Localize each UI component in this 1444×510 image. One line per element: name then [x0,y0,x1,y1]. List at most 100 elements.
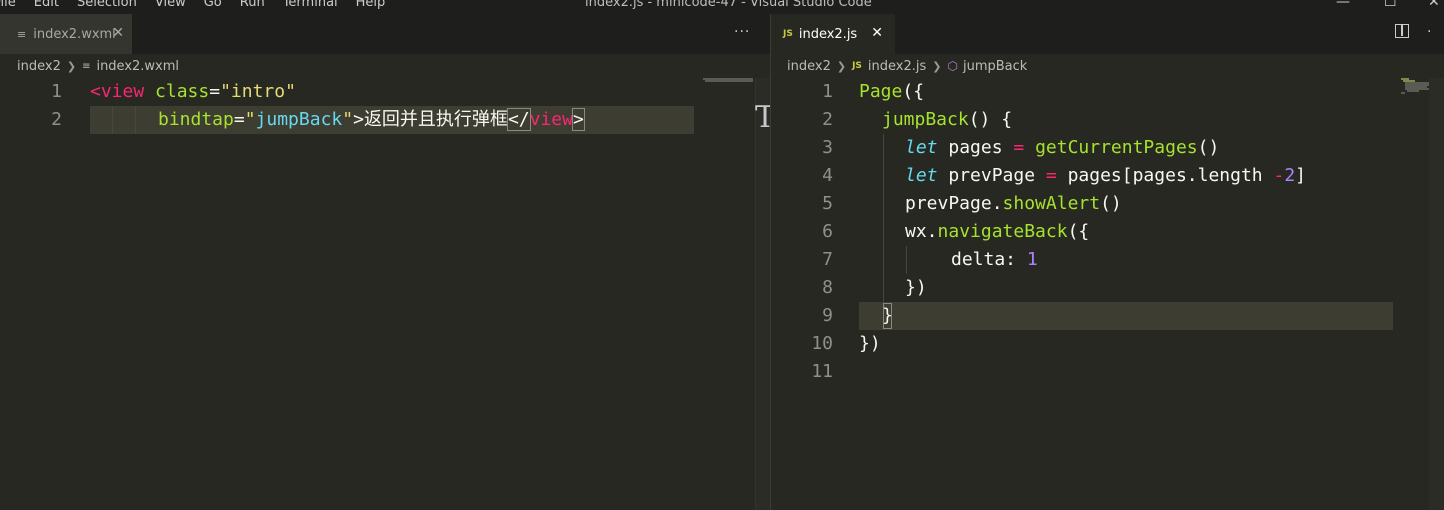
code-text[interactable]: let prevPage = pages[pages.length -2] [905,162,1306,190]
breadcrumb-folder[interactable]: index2 [17,59,61,74]
text-content: 返回并且执行弹框 [363,109,508,130]
tab-label: index2.wxml [33,26,116,42]
punctuation: } [882,305,893,326]
punctuation: ({ [902,81,925,102]
punctuation: () [1100,193,1122,214]
vertical-scrollbar[interactable] [755,78,770,510]
editor-group-divider[interactable] [770,14,771,510]
code-text[interactable]: bindtap="jumpBack">返回并且执行弹框</view> [158,106,585,134]
tag-bracket: > [353,109,364,130]
menu-help[interactable]: Help [356,0,386,10]
menu-view[interactable]: View [155,0,186,10]
code-line: 8 }) [771,274,1444,302]
quote: " [244,109,256,130]
code-text[interactable]: } [882,302,893,330]
left-tab-bar: ≡ index2.wxml ✕ ··· [0,14,770,54]
menu-edit[interactable]: Edit [34,0,59,10]
code-line: 6 wx.navigateBack({ [771,218,1444,246]
code-text[interactable]: }) [905,274,927,302]
chevron-right-icon: ❯ [932,59,942,73]
window-title: index2.js - minicode-47 - Visual Studio … [585,0,872,10]
split-editor-icon[interactable] [1395,24,1409,38]
code-line: 1 Page({ [771,78,1444,106]
code-line: 10 }) [771,330,1444,358]
line-number: 3 [822,137,833,158]
vertical-scrollbar[interactable] [1429,78,1444,510]
breadcrumb-file[interactable]: index2.js [868,59,926,74]
breadcrumb-file[interactable]: index2.wxml [96,59,179,74]
file-lines-icon: ≡ [17,27,27,41]
tag-bracket: </ [506,108,531,131]
punctuation: ] [1295,165,1307,186]
code-text[interactable]: delta: 1 [951,246,1038,274]
menu-terminal[interactable]: Terminal [283,0,338,10]
breadcrumb-folder[interactable]: index2 [787,59,831,74]
line-number: 9 [822,305,833,326]
code-text[interactable]: prevPage.showAlert() [905,190,1122,218]
function-name: getCurrentPages [1035,137,1198,158]
function-name: navigateBack [937,221,1068,242]
code-line: 1 <view class="intro" [0,78,770,106]
menu-selection[interactable]: Selection [77,0,137,10]
code-line: 4 let prevPage = pages[pages.length -2] [771,162,1444,190]
code-text[interactable]: let pages = getCurrentPages() [905,134,1219,162]
tab-label: index2.js [798,26,858,42]
tab-index2-wxml[interactable]: ≡ index2.wxml ✕ [0,14,132,54]
tab-index2-js[interactable]: JS index2.js ✕ [771,14,895,54]
tab-close-icon[interactable]: ✕ [871,25,883,41]
line-number: 1 [822,81,833,102]
operator: = [1045,165,1057,186]
menu-bar: File Edit Selection View Go Run Terminal… [0,0,403,10]
close-icon[interactable]: ✕ [1428,0,1440,10]
more-actions-icon[interactable]: ··· [734,24,750,40]
attr-name: class [155,81,210,102]
function-name: jumpBack [882,109,969,130]
menu-run[interactable]: Run [240,0,265,10]
code-text[interactable]: Page({ [859,78,924,106]
punctuation: }) [905,277,927,298]
punctuation: ({ [1067,221,1090,242]
chevron-right-icon: ❯ [836,59,847,73]
line-number: 1 [51,81,62,102]
line-number: 8 [822,277,833,298]
code-text[interactable]: <view class="intro" [90,78,296,106]
line-number: 4 [822,165,833,186]
line-number: 7 [822,249,833,270]
keyword: let [905,165,938,186]
code-line: 11 [771,358,1444,386]
function-name: showAlert [1002,193,1101,214]
line-number: 2 [822,109,833,130]
identifier: wx. [905,221,938,242]
code-text[interactable]: wx.navigateBack({ [905,218,1089,246]
title-bar: File Edit Selection View Go Run Terminal… [0,0,1444,14]
left-editor[interactable]: 1 <view class="intro" 2 bindtap="jumpBac… [0,78,770,510]
code-line: 9 } [771,302,1444,330]
code-line: 2 jumpBack() { [771,106,1444,134]
minimize-icon[interactable]: — [1336,0,1350,10]
breadcrumb-symbol[interactable]: jumpBack [963,59,1027,74]
function-name: Page [859,81,903,102]
right-tab-bar: JS index2.js ✕ · [771,14,1444,54]
expression: pages[pages.length [1056,165,1274,186]
operator: = [1013,137,1025,158]
js-file-icon: JS [783,29,793,39]
minimap-line [1407,90,1419,92]
code-text[interactable]: }) [859,330,881,358]
line-number: 5 [822,193,833,214]
code-text[interactable]: jumpBack() { [882,106,1012,134]
maximize-icon[interactable]: ☐ [1384,0,1397,10]
line-number: 6 [822,221,833,242]
right-editor[interactable]: 1 Page({ 2 jumpBack() { 3 let pages = ge… [771,78,1444,510]
menu-file[interactable]: File [0,0,16,10]
menu-go[interactable]: Go [204,0,222,10]
tag-bracket: < [90,81,101,102]
tab-close-icon[interactable]: ✕ [112,25,124,41]
breadcrumb: index2 ❯ JS index2.js ❯ ⬡ jumpBack [787,54,1027,78]
more-actions-icon[interactable]: · [1427,24,1432,40]
minimap-line [1401,92,1405,94]
attr-value: jumpBack [255,109,343,130]
identifier: prevPage. [905,193,1003,214]
quote: " [342,109,354,130]
number: 2 [1284,165,1296,186]
